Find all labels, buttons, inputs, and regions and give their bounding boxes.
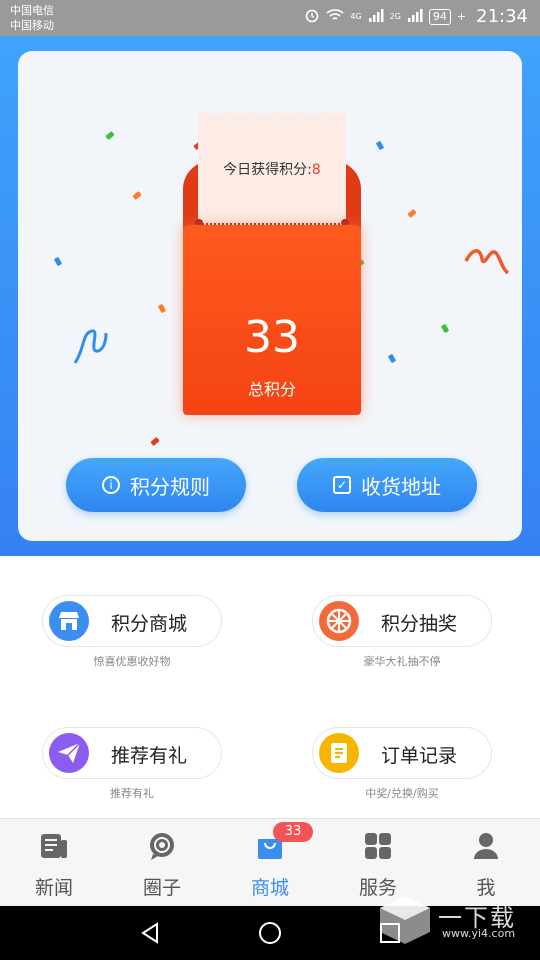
ribbon-decoration [73,329,108,364]
points-rules-label: 积分规则 [130,474,210,499]
feature-label: 推荐有礼 [111,745,188,767]
watermark: 一下载 www.yi4.com [376,890,526,950]
feature-label: 积分商城 [111,613,188,635]
order-icon [319,733,359,773]
carrier-info: 中国电信 中国移动 [10,3,54,33]
clock: 21:34 [476,6,528,27]
feature-referral[interactable]: 推荐有礼 [42,727,222,779]
today-points: 今日获得积分:8 [198,159,346,179]
confetti-piece [132,191,142,200]
signal-icon-2 [407,8,423,25]
feature-order-records[interactable]: 订单记录 [312,727,492,779]
checkbox-icon: ✓ [333,476,351,494]
confetti-piece [157,303,167,314]
confetti-piece [387,353,397,364]
shop-icon [49,601,89,641]
carrier-2: 中国移动 [10,19,54,32]
nav-label: 圈子 [142,877,181,899]
signal-tag-2: 2G [389,12,401,21]
feature-subtitle: 推荐有礼 [110,787,154,800]
wheel-icon [319,601,359,641]
alarm-icon [304,7,320,26]
nav-item-news[interactable]: 新闻 [0,819,108,907]
points-card: 今日获得积分:8 33 总积分 i 积分规则 ✓ 收货地址 [18,51,522,541]
watermark-logo-icon [380,896,430,944]
grid-icon [365,833,391,859]
back-icon[interactable] [138,921,162,945]
nav-item-circle[interactable]: 圈子 [108,819,216,907]
points-rules-button[interactable]: i 积分规则 [66,458,246,512]
charging-icon: + [456,10,467,23]
total-points-label: 总积分 [247,380,296,399]
wifi-icon [326,8,344,25]
shipping-address-button[interactable]: ✓ 收货地址 [297,458,477,512]
feature-points-lottery[interactable]: 积分抽奖 [312,595,492,647]
watermark-url: www.yi4.com [442,927,516,940]
status-icons: 4G 2G 94 + 21:34 [304,6,528,27]
cart-badge: 33 [273,822,313,842]
nav-label: 商城 [250,877,289,899]
nav-item-mall[interactable]: 33 商城 [216,819,324,907]
carrier-1: 中国电信 [10,4,54,17]
signal-icon [368,8,384,25]
info-icon: i [102,476,120,494]
shipping-address-label: 收货地址 [361,474,441,499]
signal-tag-1: 4G [350,12,362,21]
confetti-piece [407,209,417,218]
confetti-piece [105,131,115,140]
home-icon[interactable] [258,921,282,945]
today-points-value: 8 [311,162,321,178]
feature-subtitle: 中奖/兑换/购买 [365,787,439,800]
battery-indicator: 94 [428,8,451,25]
confetti-piece [440,323,450,334]
feature-points-mall[interactable]: 积分商城 [42,595,222,647]
feature-label: 积分抽奖 [381,613,458,635]
news-icon [41,834,67,858]
status-bar: 中国电信 中国移动 4G 2G 94 + 21:34 [0,0,540,36]
confetti-piece [375,140,385,151]
paper-plane-icon [49,733,89,773]
nav-label: 新闻 [34,877,73,899]
ribbon-decoration [464,249,510,275]
confetti-piece [150,437,160,446]
feature-label: 订单记录 [381,745,458,767]
feature-subtitle: 豪华大礼抽不停 [363,655,441,668]
total-points-value: 33 [244,312,300,363]
person-icon [474,833,498,859]
confetti-piece [53,256,63,267]
today-points-label: 今日获得积分: [223,162,312,178]
circle-chat-icon [150,833,174,860]
feature-subtitle: 惊喜优惠收好物 [93,655,171,668]
